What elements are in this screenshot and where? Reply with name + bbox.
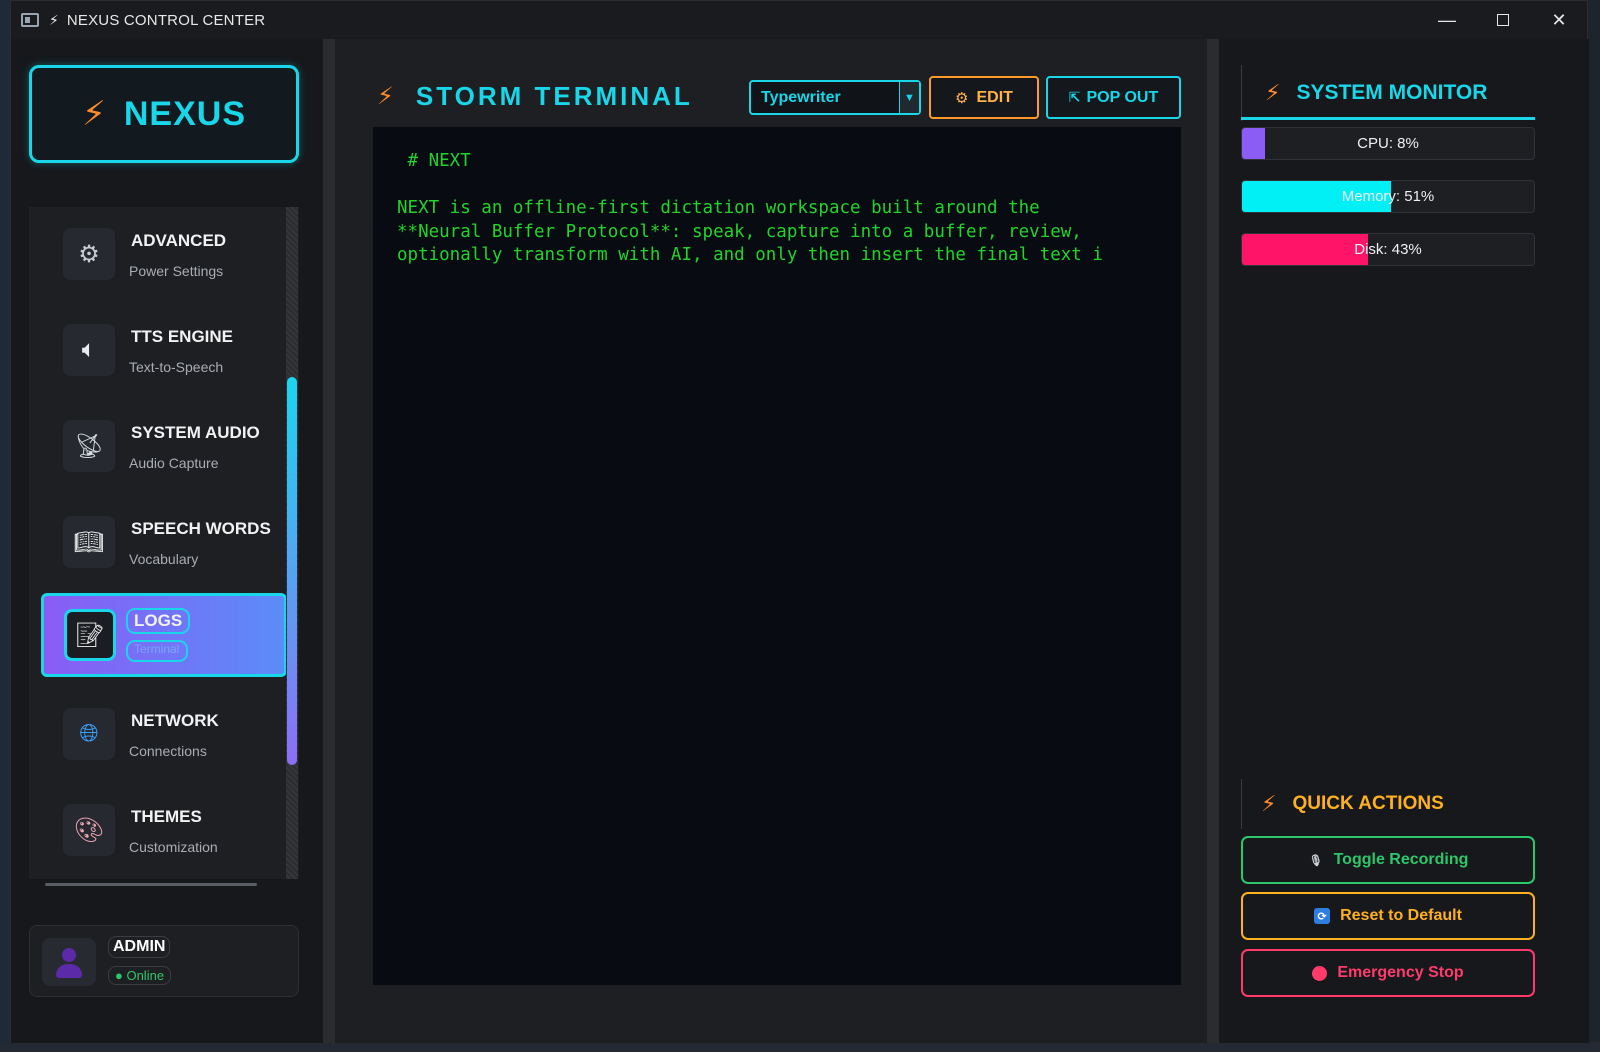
- reset-to-default-button[interactable]: ⟳ Reset to Default: [1241, 892, 1535, 940]
- page-title-text: STORM TERMINAL: [415, 81, 693, 111]
- memory-meter-label: Memory: 51%: [1341, 188, 1435, 205]
- quick-actions-header: ⚡︎ QUICK ACTIONS: [1241, 779, 1444, 829]
- sidebar-item-subtitle: Vocabulary: [129, 551, 199, 567]
- window-title: NEXUS CONTROL CENTER: [66, 11, 266, 29]
- app-window-icon: [21, 13, 39, 27]
- lightning-icon: ⚡︎: [49, 11, 59, 28]
- toggle-recording-label: Toggle Recording: [1333, 851, 1469, 868]
- sidebar-item-title: THEMES: [131, 807, 202, 826]
- terminal-output[interactable]: # NEXT NEXT is an offline-first dictatio…: [373, 127, 1181, 985]
- sidebar-item-title: SPEECH WORDS: [131, 519, 271, 538]
- taskbar-strip: [0, 1042, 1600, 1052]
- sidebar-item-speech-words[interactable]: 📖︎ SPEECH WORDS Vocabulary: [29, 499, 285, 585]
- system-monitor-panel: ⚡︎ SYSTEM MONITOR CPU: 8% Memory: 51% Di…: [1219, 39, 1589, 1043]
- microphone-icon: 🎙︎: [1308, 854, 1323, 867]
- user-card[interactable]: ADMIN ● Online: [29, 925, 299, 997]
- document-icon: 📝︎: [64, 609, 116, 661]
- typing-mode-value: Typewriter: [761, 88, 841, 106]
- memory-meter: Memory: 51%: [1241, 180, 1535, 213]
- main-panel: ⚡︎ STORM TERMINAL Typewriter ▼ ⚙ EDIT ⇱ …: [335, 39, 1207, 1043]
- header-accent-line: [1241, 779, 1242, 829]
- disk-meter-label: Disk: 43%: [1354, 241, 1422, 258]
- satellite-dish-icon: 📡︎: [63, 420, 115, 472]
- lightning-icon: ⚡︎: [1261, 791, 1277, 816]
- gear-icon: ⚙: [63, 228, 115, 280]
- sidebar-horizontal-scrollbar[interactable]: [45, 883, 257, 886]
- sidebar-item-title: ADVANCED: [131, 231, 227, 250]
- close-button[interactable]: ✕: [1531, 1, 1587, 39]
- edit-button-label: EDIT: [976, 88, 1013, 106]
- status-badge: ● Online: [108, 966, 172, 985]
- pop-out-button[interactable]: ⇱ POP OUT: [1046, 76, 1181, 119]
- refresh-icon: ⟳: [1314, 908, 1331, 924]
- logo-text: NEXUS: [123, 94, 246, 133]
- sidebar-item-subtitle: Text-to-Speech: [129, 359, 224, 375]
- sidebar-item-system-audio[interactable]: 📡︎ SYSTEM AUDIO Audio Capture: [29, 403, 285, 489]
- sidebar-item-advanced[interactable]: ⚙ ADVANCED Power Settings: [29, 211, 285, 297]
- header-accent-line: [1241, 65, 1242, 121]
- app-window: ⚡︎ NEXUS CONTROL CENTER — ✕ ⚡︎ NEXUS ⚙ A…: [10, 0, 1589, 1043]
- system-monitor-title: SYSTEM MONITOR: [1296, 81, 1488, 104]
- sidebar-divider: [323, 39, 335, 1043]
- sidebar-item-title: NETWORK: [131, 711, 219, 730]
- disk-meter: Disk: 43%: [1241, 233, 1535, 266]
- quick-actions-title: QUICK ACTIONS: [1292, 793, 1444, 814]
- sidebar-item-subtitle: Audio Capture: [129, 455, 219, 471]
- lightning-icon: ⚡︎: [1265, 80, 1281, 105]
- stop-icon: [1312, 965, 1328, 981]
- sidebar-nav: ⚙ ADVANCED Power Settings 🔈︎ TTS ENGINE …: [29, 207, 299, 879]
- user-name: ADMIN: [108, 936, 171, 958]
- window-controls: — ✕: [1419, 1, 1587, 39]
- system-monitor-underline: [1241, 117, 1535, 120]
- chevron-down-icon[interactable]: ▼: [899, 82, 919, 113]
- reset-to-default-label: Reset to Default: [1340, 907, 1462, 924]
- maximize-button[interactable]: [1475, 1, 1531, 39]
- emergency-stop-button[interactable]: Emergency Stop: [1241, 949, 1535, 997]
- close-icon: ✕: [1551, 9, 1567, 30]
- lightning-logo-icon: ⚡︎: [81, 95, 106, 133]
- desktop-background-right: [1588, 0, 1600, 1052]
- maximize-icon: [1497, 14, 1509, 26]
- user-status-text: Online: [126, 968, 165, 983]
- user-avatar-icon: [62, 948, 76, 962]
- sidebar-item-network[interactable]: 🌐︎ NETWORK Connections: [29, 691, 285, 777]
- user-avatar-body: [56, 964, 82, 978]
- title-bar: ⚡︎ NEXUS CONTROL CENTER — ✕: [11, 1, 1587, 39]
- sidebar-scrollbar-thumb[interactable]: [287, 377, 297, 765]
- gear-icon: ⚙: [955, 89, 969, 107]
- sidebar-item-subtitle: Connections: [129, 743, 207, 759]
- pop-out-arrow-icon: ⇱: [1068, 89, 1081, 105]
- sidebar-item-subtitle: Customization: [129, 839, 218, 855]
- pop-out-button-label: POP OUT: [1086, 88, 1159, 106]
- minimize-icon: —: [1438, 9, 1456, 30]
- book-icon: 📖︎: [63, 516, 115, 568]
- lightning-icon: ⚡︎: [377, 83, 394, 110]
- avatar: [42, 938, 96, 986]
- typing-mode-select[interactable]: Typewriter ▼: [749, 80, 921, 115]
- page-title: ⚡︎ STORM TERMINAL: [377, 81, 693, 112]
- right-panel-divider: [1207, 39, 1219, 1043]
- nexus-logo[interactable]: ⚡︎ NEXUS: [29, 65, 299, 163]
- sidebar-item-title: SYSTEM AUDIO: [131, 423, 260, 442]
- palette-icon: 🎨︎: [63, 804, 115, 856]
- toggle-recording-button[interactable]: 🎙︎ Toggle Recording: [1241, 836, 1535, 884]
- sidebar-item-subtitle: Terminal: [126, 640, 188, 662]
- cpu-meter: CPU: 8%: [1241, 127, 1535, 160]
- sidebar-item-title: LOGS: [126, 608, 191, 634]
- sidebar-item-subtitle: Power Settings: [129, 263, 224, 279]
- cpu-meter-label: CPU: 8%: [1357, 135, 1419, 152]
- desktop-background-left: [0, 0, 10, 1052]
- globe-icon: 🌐︎: [63, 708, 115, 760]
- speaker-icon: 🔈︎: [63, 324, 115, 376]
- emergency-stop-label: Emergency Stop: [1337, 964, 1464, 981]
- sidebar: ⚡︎ NEXUS ⚙ ADVANCED Power Settings 🔈︎ TT…: [11, 39, 323, 1043]
- minimize-button[interactable]: —: [1419, 1, 1475, 39]
- sidebar-item-tts-engine[interactable]: 🔈︎ TTS ENGINE Text-to-Speech: [29, 307, 285, 393]
- system-monitor-header: ⚡︎ SYSTEM MONITOR: [1241, 65, 1487, 121]
- sidebar-item-themes[interactable]: 🎨︎ THEMES Customization: [29, 787, 285, 873]
- sidebar-item-logs[interactable]: 📝︎ LOGS Terminal: [41, 593, 287, 677]
- sidebar-item-title: TTS ENGINE: [131, 327, 234, 346]
- edit-button[interactable]: ⚙ EDIT: [929, 76, 1039, 119]
